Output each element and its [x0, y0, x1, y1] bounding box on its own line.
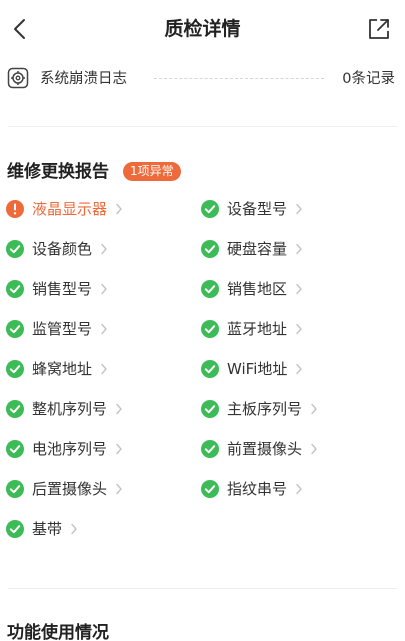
report-item-label: 前置摄像头 [227, 440, 303, 458]
check-icon [6, 360, 24, 378]
check-icon [201, 280, 219, 298]
chevron-right-icon [101, 283, 107, 295]
check-icon [201, 320, 219, 338]
crash-log-row[interactable]: 系统崩溃日志 0条记录 [0, 64, 405, 94]
chevron-right-icon [101, 363, 107, 375]
report-item[interactable]: 硬盘容量 [201, 237, 303, 261]
chevron-right-icon [296, 283, 302, 295]
report-item[interactable]: 销售地区 [201, 277, 303, 301]
report-item-label: 蜂窝地址 [32, 360, 93, 378]
report-item-label: 电池序列号 [32, 440, 108, 458]
settings-gear-icon [7, 67, 29, 89]
report-item[interactable]: 设备型号 [201, 197, 303, 221]
report-item-label: 设备颜色 [32, 240, 93, 258]
share-external-icon [369, 19, 389, 39]
check-icon [201, 240, 219, 258]
report-item-label: 蓝牙地址 [227, 320, 288, 338]
warning-icon [6, 200, 24, 218]
share-button[interactable] [365, 15, 393, 43]
report-item-label: 硬盘容量 [227, 240, 288, 258]
report-item[interactable]: 后置摄像头 [6, 477, 123, 501]
chevron-right-icon [71, 523, 77, 535]
report-item[interactable]: 销售型号 [6, 277, 108, 301]
report-item[interactable]: 指纹串号 [201, 477, 303, 501]
check-icon [6, 320, 24, 338]
chevron-right-icon [116, 443, 122, 455]
crash-log-count: 0条记录 [342, 71, 395, 87]
report-item[interactable]: 基带 [6, 517, 78, 541]
check-icon [201, 200, 219, 218]
report-item[interactable]: 电池序列号 [6, 437, 123, 461]
report-item-label: 销售地区 [227, 280, 288, 298]
function-usage-title: 功能使用情况 [7, 623, 109, 641]
chevron-right-icon [116, 483, 122, 495]
chevron-right-icon [116, 403, 122, 415]
check-icon [6, 440, 24, 458]
chevron-right-icon [311, 443, 317, 455]
check-icon [6, 480, 24, 498]
chevron-right-icon [116, 203, 122, 215]
chevron-right-icon [296, 483, 302, 495]
report-item-label: 监管型号 [32, 320, 93, 338]
report-item[interactable]: 前置摄像头 [201, 437, 318, 461]
report-item-label: 基带 [32, 520, 63, 538]
report-item-label: 主板序列号 [227, 400, 303, 418]
check-icon [201, 400, 219, 418]
page-title: 质检详情 [164, 18, 241, 40]
report-item[interactable]: WiFi地址 [201, 357, 303, 381]
chevron-right-icon [296, 243, 302, 255]
report-item[interactable]: 整机序列号 [6, 397, 123, 421]
report-item[interactable]: 主板序列号 [201, 397, 318, 421]
report-item[interactable]: 蓝牙地址 [201, 317, 303, 341]
report-item[interactable]: 设备颜色 [6, 237, 108, 261]
header-bar: 质检详情 [0, 0, 405, 58]
quality-inspection-page: 质检详情 系统崩溃日志 0条记录 维修更换报告 1项异常 液晶显示器 设备型号设备… [0, 0, 405, 641]
report-item[interactable]: 蜂窝地址 [6, 357, 108, 381]
check-icon [6, 280, 24, 298]
chevron-right-icon [101, 243, 107, 255]
report-item[interactable]: 监管型号 [6, 317, 108, 341]
check-icon [201, 480, 219, 498]
chevron-right-icon [296, 323, 302, 335]
report-item[interactable]: 液晶显示器 [6, 197, 123, 221]
report-item-label: 后置摄像头 [32, 480, 108, 498]
divider [8, 126, 397, 127]
chevron-right-icon [101, 323, 107, 335]
check-icon [201, 440, 219, 458]
chevron-right-icon [311, 403, 317, 415]
report-item-label: WiFi地址 [227, 360, 288, 378]
repair-report-title: 维修更换报告 [7, 162, 109, 182]
abnormal-count-badge: 1项异常 [123, 162, 181, 181]
report-item-label: 销售型号 [32, 280, 93, 298]
dotted-leader [154, 78, 324, 79]
check-icon [201, 360, 219, 378]
report-item-label: 液晶显示器 [32, 200, 108, 218]
report-item-label: 设备型号 [227, 200, 288, 218]
check-icon [6, 400, 24, 418]
crash-log-label: 系统崩溃日志 [40, 71, 127, 87]
report-item-label: 整机序列号 [32, 400, 108, 418]
check-icon [6, 240, 24, 258]
report-item-label: 指纹串号 [227, 480, 288, 498]
check-icon [6, 520, 24, 538]
divider [8, 588, 397, 589]
chevron-right-icon [296, 363, 303, 375]
chevron-right-icon [296, 203, 302, 215]
